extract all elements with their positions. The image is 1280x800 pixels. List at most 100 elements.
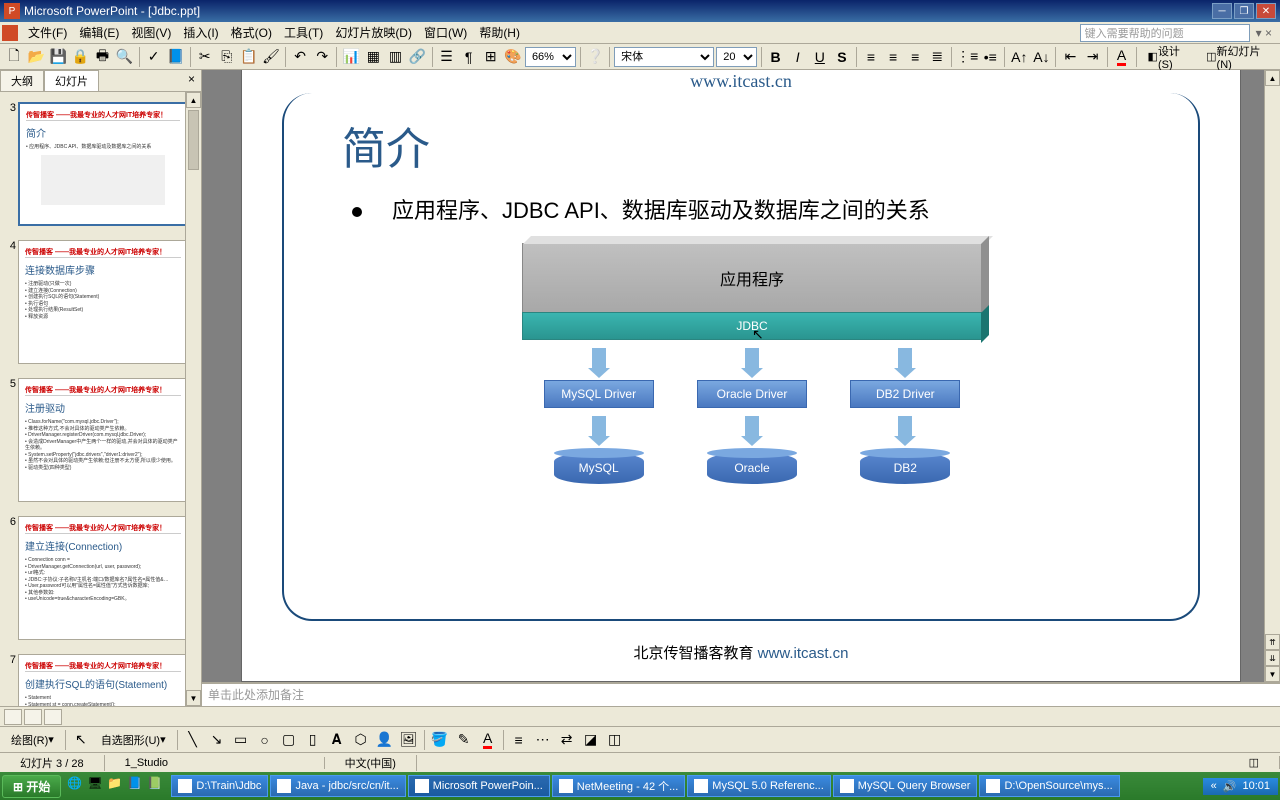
menu-item[interactable]: 帮助(H) bbox=[473, 22, 526, 43]
slide-scroll-down[interactable]: ▼ bbox=[1265, 666, 1280, 682]
fill-color-button[interactable]: 🪣 bbox=[429, 729, 451, 751]
sorter-view-button[interactable] bbox=[24, 709, 42, 725]
rectangle-button[interactable]: ▭ bbox=[230, 729, 252, 751]
start-button[interactable]: ⊞ 开始 bbox=[2, 775, 61, 798]
thumbnail-item[interactable]: 6传智播客 ——我最专业的人才网IT培养专家！建立连接(Connection)•… bbox=[4, 516, 197, 640]
slide-scrollbar[interactable]: ▲ ⇈ ⇊ ▼ bbox=[1264, 70, 1280, 682]
thumbnail-item[interactable]: 7传智播客 ——我最专业的人才网IT培养专家！创建执行SQL的语句(Statem… bbox=[4, 654, 197, 706]
slideshow-view-button[interactable] bbox=[44, 709, 62, 725]
normal-view-button[interactable] bbox=[4, 709, 22, 725]
taskbar-task[interactable]: NetMeeting - 42 个... bbox=[552, 775, 686, 797]
dash-style-button[interactable]: ⋯ bbox=[532, 729, 554, 751]
redo-button[interactable]: ↷ bbox=[312, 46, 332, 68]
research-button[interactable]: 📘 bbox=[166, 46, 186, 68]
menu-item[interactable]: 文件(F) bbox=[22, 22, 73, 43]
help-search-input[interactable] bbox=[1080, 24, 1250, 42]
menu-item[interactable]: 编辑(E) bbox=[73, 22, 125, 43]
show-format-button[interactable]: ¶ bbox=[459, 46, 479, 68]
minimize-button[interactable]: ─ bbox=[1212, 3, 1232, 19]
panel-close-button[interactable]: × bbox=[182, 70, 201, 91]
slide-title[interactable]: 简介 bbox=[342, 113, 430, 177]
distribute-button[interactable]: ≣ bbox=[927, 46, 947, 68]
bullets-button[interactable]: •≡ bbox=[980, 46, 1000, 68]
new-slide-button[interactable]: ◫ 新幻灯片(N) bbox=[1199, 46, 1276, 68]
ql-app3-icon[interactable]: 📗 bbox=[147, 776, 165, 796]
hyperlink-button[interactable]: 🔗 bbox=[407, 46, 427, 68]
permission-button[interactable]: 🔒 bbox=[70, 46, 90, 68]
print-button[interactable]: 🖶 bbox=[92, 46, 112, 68]
thumbnail-slide[interactable]: 传智播客 ——我最专业的人才网IT培养专家！建立连接(Connection)• … bbox=[18, 516, 188, 640]
undo-button[interactable]: ↶ bbox=[290, 46, 310, 68]
line-button[interactable]: ╲ bbox=[182, 729, 204, 751]
taskbar-task[interactable]: Microsoft PowerPoin... bbox=[408, 775, 550, 797]
slide-scroll-up[interactable]: ▲ bbox=[1265, 70, 1280, 86]
menu-item[interactable]: 窗口(W) bbox=[418, 22, 473, 43]
scroll-thumb[interactable] bbox=[188, 110, 199, 170]
italic-button[interactable]: I bbox=[788, 46, 808, 68]
spelling-button[interactable]: ✓ bbox=[144, 46, 164, 68]
wordart-button[interactable]: 𝐀 bbox=[326, 729, 348, 751]
copy-button[interactable]: ⎘ bbox=[217, 46, 237, 68]
zoom-select[interactable]: 66% bbox=[525, 47, 576, 67]
line-style-button[interactable]: ≡ bbox=[508, 729, 530, 751]
color-button[interactable]: 🎨 bbox=[503, 46, 523, 68]
font-color-button-2[interactable]: A bbox=[477, 729, 499, 751]
taskbar-task[interactable]: MySQL Query Browser bbox=[833, 775, 978, 797]
draw-menu[interactable]: 绘图(R) ▾ bbox=[4, 729, 61, 751]
vertical-textbox-button[interactable]: ▯ bbox=[302, 729, 324, 751]
font-size-select[interactable]: 20 bbox=[716, 47, 756, 67]
thumbnail-slide[interactable]: 传智播客 ——我最专业的人才网IT培养专家！简介• 应用程序、JDBC API、… bbox=[18, 102, 188, 226]
menu-item[interactable]: 视图(V) bbox=[125, 22, 177, 43]
thumbnail-item[interactable]: 4传智播客 ——我最专业的人才网IT培养专家！连接数据库步骤• 注册驱动(只做一… bbox=[4, 240, 197, 364]
3d-style-button[interactable]: ◫ bbox=[604, 729, 626, 751]
ql-ie-icon[interactable]: 🌐 bbox=[67, 776, 85, 796]
align-right-button[interactable]: ≡ bbox=[905, 46, 925, 68]
oval-button[interactable]: ○ bbox=[254, 729, 276, 751]
tray-volume-icon[interactable]: 🔊 bbox=[1223, 780, 1237, 793]
taskbar-task[interactable]: Java - jdbc/src/cn/it... bbox=[270, 775, 405, 797]
arrow-style-button[interactable]: ⇄ bbox=[556, 729, 578, 751]
tables-borders-button[interactable]: ▥ bbox=[385, 46, 405, 68]
scroll-up-button[interactable]: ▲ bbox=[186, 92, 201, 108]
underline-button[interactable]: U bbox=[810, 46, 830, 68]
thumbnail-item[interactable]: 3传智播客 ——我最专业的人才网IT培养专家！简介• 应用程序、JDBC API… bbox=[4, 102, 197, 226]
taskbar-task[interactable]: MySQL 5.0 Referenc... bbox=[687, 775, 830, 797]
open-button[interactable]: 📂 bbox=[26, 46, 46, 68]
shadow-button[interactable]: S bbox=[832, 46, 852, 68]
tray-expand-icon[interactable]: « bbox=[1211, 780, 1217, 792]
slide[interactable]: www.itcast.cn 简介 应用程序、JDBC API、数据库驱动及数据库… bbox=[241, 70, 1241, 682]
picture-button[interactable]: 🖼 bbox=[398, 729, 420, 751]
slide-next-button[interactable]: ⇊ bbox=[1265, 650, 1280, 666]
menu-item[interactable]: 插入(I) bbox=[177, 22, 224, 43]
design-button[interactable]: ◧ 设计(S) bbox=[1141, 46, 1198, 68]
taskbar-task[interactable]: D:\OpenSource\mys... bbox=[979, 775, 1119, 797]
format-painter-button[interactable]: 🖌 bbox=[261, 46, 281, 68]
menu-item[interactable]: 格式(O) bbox=[225, 22, 278, 43]
restore-button[interactable]: ❐ bbox=[1234, 3, 1254, 19]
autoshapes-menu[interactable]: 自选图形(U) ▾ bbox=[94, 729, 173, 751]
jdbc-diagram[interactable]: 应用程序 JDBC ↖ MySQL DriverMySQLOracle Driv… bbox=[522, 243, 982, 484]
arrow-button[interactable]: ↘ bbox=[206, 729, 228, 751]
thumb-scrollbar[interactable]: ▲ ▼ bbox=[185, 92, 201, 706]
grid-button[interactable]: ⊞ bbox=[481, 46, 501, 68]
cut-button[interactable]: ✂ bbox=[195, 46, 215, 68]
menu-item[interactable]: 工具(T) bbox=[278, 22, 329, 43]
tab-outline[interactable]: 大纲 bbox=[0, 70, 44, 91]
menu-item[interactable]: 幻灯片放映(D) bbox=[329, 22, 418, 43]
scroll-down-button[interactable]: ▼ bbox=[186, 690, 201, 706]
ql-app2-icon[interactable]: 📘 bbox=[127, 776, 145, 796]
new-button[interactable]: 🗋 bbox=[4, 46, 24, 68]
ql-desktop-icon[interactable]: 🖥 bbox=[87, 776, 105, 796]
save-button[interactable]: 💾 bbox=[48, 46, 68, 68]
slide-bullet[interactable]: 应用程序、JDBC API、数据库驱动及数据库之间的关系 bbox=[352, 193, 1160, 225]
preview-button[interactable]: 🔍 bbox=[115, 46, 135, 68]
expand-button[interactable]: ☰ bbox=[437, 46, 457, 68]
font-select[interactable]: 宋体 bbox=[614, 47, 714, 67]
system-tray[interactable]: « 🔊 10:01 bbox=[1203, 778, 1278, 795]
clipart-button[interactable]: 👤 bbox=[374, 729, 396, 751]
table-button[interactable]: ▦ bbox=[363, 46, 383, 68]
thumbnail-slide[interactable]: 传智播客 ——我最专业的人才网IT培养专家！创建执行SQL的语句(Stateme… bbox=[18, 654, 188, 706]
align-left-button[interactable]: ≡ bbox=[861, 46, 881, 68]
diagram-button[interactable]: ⬡ bbox=[350, 729, 372, 751]
increase-font-button[interactable]: A↑ bbox=[1009, 46, 1029, 68]
